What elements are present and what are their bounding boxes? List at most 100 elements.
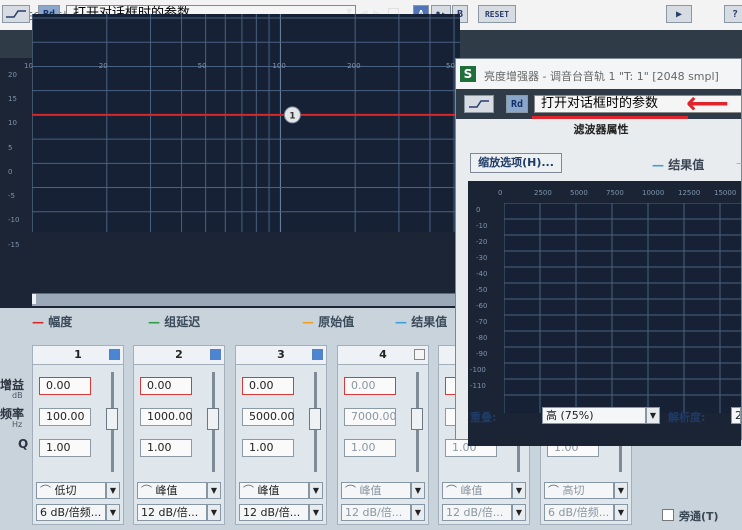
band-q-field[interactable]: 1.00 [140,439,192,457]
popup-logo-icon: S [460,66,476,82]
popup-y-tick: -70 [476,318,488,326]
overlap-combo[interactable]: 高 (75%) [542,407,646,424]
band-freq-field[interactable]: 100.00 [39,408,91,426]
band-slope-combo[interactable]: 12 dB/倍... [442,504,512,521]
band-gain-field[interactable]: 0.00 [39,377,91,395]
overlap-dropdown-icon[interactable]: ▼ [646,407,660,424]
band-enable-checkbox[interactable] [414,349,425,360]
band-freq-field[interactable]: 5000.00 [242,408,295,426]
band-slope-combo[interactable]: 12 dB/倍... [137,504,207,521]
band-slider-knob[interactable] [309,408,321,430]
popup-y-tick: -20 [476,238,488,246]
popup-annotation-underline [532,116,688,119]
band-q-field[interactable]: 1.00 [344,439,396,457]
band-filter-type: 峰值 [155,484,178,497]
band-slope-combo[interactable]: 6 dB/倍频... [36,504,106,521]
gain-unit: dB [12,391,23,400]
legend-magnitude[interactable]: — 幅度 [32,313,72,330]
band-enable-checkbox[interactable] [109,349,120,360]
filter-shape-icon: ⌒ [40,484,55,497]
filter-dropdown-icon[interactable]: ▼ [207,482,221,499]
slope-dropdown-icon[interactable]: ▼ [106,504,120,521]
popup-legend-result[interactable]: — 结果值 [652,156,704,173]
enhancer-popup-window: S 亮度增强器 - 调音台音轨 1 "T: 1" [2048 smpl] Rd … [455,58,742,446]
curve-icon[interactable] [2,5,30,23]
slope-dropdown-icon[interactable]: ▼ [614,504,628,521]
filter-dropdown-icon[interactable]: ▼ [309,482,323,499]
popup-rd-button[interactable]: Rd [506,95,528,113]
band-filter-type-combo[interactable]: ⌒ 峰值 [239,482,309,499]
resolution-combo[interactable]: 2 [731,407,741,424]
band-filter-type-combo[interactable]: ⌒ 峰值 [341,482,411,499]
filter-dropdown-icon[interactable]: ▼ [411,482,425,499]
band-number: 1 [74,348,82,361]
slope-dropdown-icon[interactable]: ▼ [512,504,526,521]
filter-dropdown-icon[interactable]: ▼ [512,482,526,499]
band-freq-field[interactable]: 7000.00 [344,408,397,426]
help-button[interactable]: ? [724,5,742,23]
legend-group-delay[interactable]: — 组延迟 [148,313,200,330]
popup-y-tick: -90 [476,350,488,358]
filter-shape-icon: ⌒ [446,484,461,497]
eq-node-label: 1 [289,111,295,121]
legend-result[interactable]: — 结果值 [395,313,447,330]
q-label: Q [18,437,29,451]
reset-button[interactable]: RESET [478,5,516,23]
popup-curve-icon[interactable] [464,95,494,113]
slope-dropdown-icon[interactable]: ▼ [207,504,221,521]
play-button[interactable]: ▶ [666,5,692,23]
eq-plot-svg: 12 [31,14,550,232]
slope-dropdown-icon[interactable]: ▼ [411,504,425,521]
eq-y-tick: -10 [8,216,20,225]
band-filter-type-combo[interactable]: ⌒ 峰值 [137,482,207,499]
band-filter-type-combo[interactable]: ⌒ 峰值 [442,482,512,499]
filter-dropdown-icon[interactable]: ▼ [106,482,120,499]
band-slider-knob[interactable] [106,408,118,430]
eq-plot-area[interactable]: 12 [31,14,550,232]
band-panel-1: 1 0.00 100.00 1.00 ⌒ 低切 ▼ 6 dB/倍频... ▼ [32,345,124,525]
popup-x-tick: 5000 [570,189,588,197]
popup-x-tick: 12500 [678,189,701,197]
popup-y-tick: -100 [470,366,486,374]
slope-dropdown-icon[interactable]: ▼ [309,504,323,521]
band-enable-checkbox[interactable] [312,349,323,360]
band-enable-checkbox[interactable] [210,349,221,360]
band-filter-type-combo[interactable]: ⌒ 高切 [544,482,614,499]
eq-x-tick: 50 [197,62,207,70]
bypass-label[interactable]: 旁通(T) [679,508,719,524]
popup-plot-svg [503,202,741,413]
legend-original[interactable]: — 原始值 [302,313,354,330]
band-number: 2 [175,348,183,361]
eq-y-tick: 10 [8,119,17,128]
band-gain-field[interactable]: 0.00 [242,377,294,395]
band-q-field[interactable]: 1.00 [39,439,91,457]
band-filter-type: 低切 [54,484,77,497]
band-filter-type-combo[interactable]: ⌒ 低切 [36,482,106,499]
band-filter-type: 峰值 [460,484,483,497]
popup-y-tick: -80 [476,334,488,342]
band-slider-knob[interactable] [207,408,219,430]
eq-y-tick: -5 [8,192,15,201]
popup-x-tick: 10000 [642,189,665,197]
band-slope-combo[interactable]: 12 dB/倍... [239,504,309,521]
eq-x-tick: 20 [98,62,108,70]
eq-y-tick: 15 [8,95,17,104]
zoom-options-button[interactable]: 缩放选项(H)... [470,153,562,173]
band-slope-combo[interactable]: 12 dB/倍... [341,504,411,521]
filter-dropdown-icon[interactable]: ▼ [614,482,628,499]
band-slider-knob[interactable] [411,408,423,430]
popup-plot-area[interactable] [503,202,741,413]
graph-horizontal-scrollbar[interactable] [32,293,460,306]
band-gain-field[interactable]: 0.00 [140,377,192,395]
band-gain-field[interactable]: 0.00 [344,377,396,395]
band-freq-field[interactable]: 1000.00 [140,408,193,426]
popup-y-tick: -60 [476,302,488,310]
popup-y-tick: -110 [470,382,486,390]
graph-scroll-thumb[interactable] [32,294,36,304]
band-slope-combo[interactable]: 6 dB/倍频... [544,504,614,521]
popup-x-tick: 15000 [714,189,737,197]
bypass-checkbox[interactable] [662,509,674,521]
band-q-field[interactable]: 1.00 [242,439,294,457]
band-filter-type: 高切 [562,484,585,497]
eq-y-tick: 5 [8,143,13,152]
